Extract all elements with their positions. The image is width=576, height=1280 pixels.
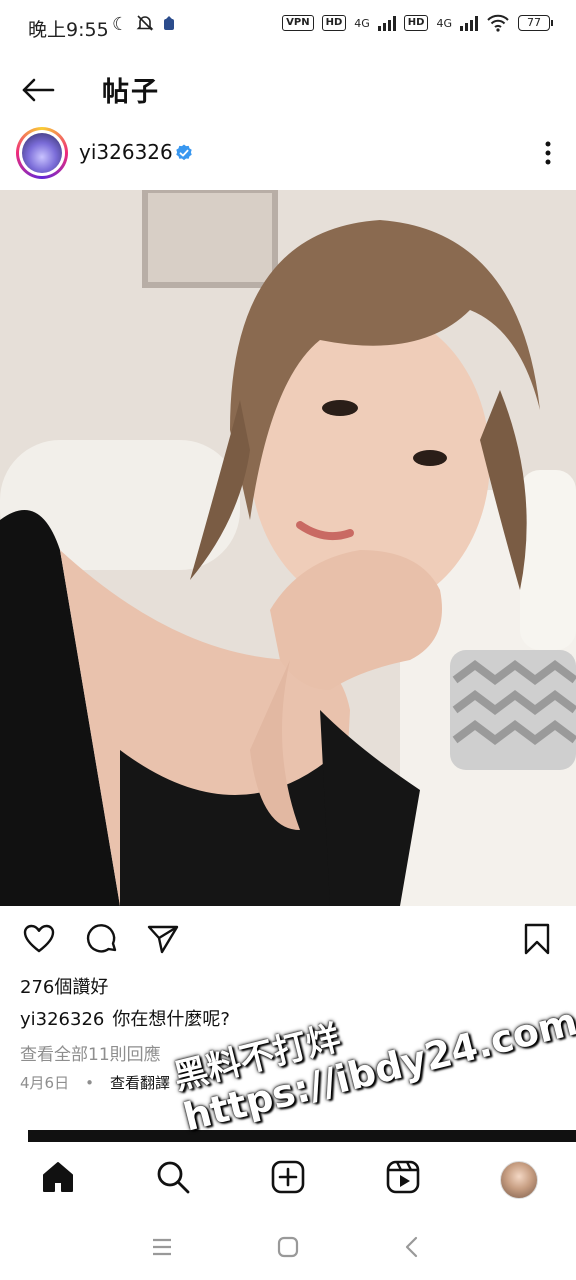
- meta-separator: •: [85, 1074, 94, 1092]
- status-time: 晚上9:55: [28, 19, 109, 41]
- send-icon[interactable]: [146, 922, 180, 956]
- network-label-2: 4G: [436, 16, 452, 30]
- post-date: 4月6日: [20, 1074, 70, 1092]
- post-photo[interactable]: [0, 190, 576, 906]
- signal-icon-2: [460, 15, 478, 31]
- app-notification-icon: [164, 16, 175, 30]
- battery-icon: 77: [518, 15, 553, 31]
- bottom-nav: [0, 1143, 576, 1215]
- pillow: [450, 650, 576, 770]
- reels-icon[interactable]: [385, 1159, 421, 1195]
- status-bar: 晚上9:55 ☾ VPN HD 4G HD 4G 77: [0, 0, 576, 54]
- network-label: 4G: [354, 16, 370, 30]
- moon-icon: ☾: [112, 14, 129, 35]
- system-nav: [0, 1215, 576, 1280]
- caption-text: 你在想什麼呢?: [112, 1009, 230, 1030]
- back-arrow-icon[interactable]: [20, 72, 56, 108]
- post-meta: 4月6日 • 查看翻譯: [20, 1072, 170, 1093]
- bookmark-icon[interactable]: [520, 922, 554, 956]
- status-icons-right: VPN HD 4G HD 4G 77: [282, 14, 553, 32]
- post-header: yi326326: [0, 124, 576, 184]
- bell-off-icon: [136, 15, 154, 31]
- heart-icon[interactable]: [22, 922, 56, 956]
- top-bar: 帖子: [0, 58, 576, 120]
- signal-icon: [377, 15, 396, 31]
- plus-square-icon[interactable]: [270, 1159, 306, 1195]
- likes-count[interactable]: 276個讚好: [20, 973, 108, 999]
- menu-icon[interactable]: [148, 1233, 176, 1261]
- watermark: 黑料不打烊 https://ibdy24.com: [170, 962, 576, 1140]
- caption-username[interactable]: yi326326: [20, 1009, 104, 1030]
- chevron-left-icon[interactable]: [398, 1233, 426, 1261]
- hd-badge-2: HD: [403, 15, 429, 31]
- comment-icon[interactable]: [85, 922, 119, 956]
- page-title: 帖子: [102, 77, 160, 108]
- profile-avatar[interactable]: [500, 1161, 538, 1199]
- photo-illustration: [0, 190, 576, 906]
- caption: yi326326 你在想什麼呢?: [20, 1005, 230, 1031]
- status-icons-left: ☾: [112, 14, 176, 35]
- avatar-image: [22, 133, 62, 173]
- next-post-edge: [28, 1130, 576, 1142]
- verified-badge-icon: [176, 144, 192, 161]
- vpn-badge: VPN: [282, 15, 314, 31]
- post-actions: [0, 916, 576, 962]
- hd-badge: HD: [321, 15, 347, 31]
- author-username[interactable]: yi326326: [79, 140, 173, 164]
- square-icon[interactable]: [274, 1233, 302, 1261]
- more-vertical-icon[interactable]: [540, 138, 556, 168]
- wifi-icon: [487, 14, 509, 32]
- see-translation-link[interactable]: 查看翻譯: [110, 1074, 170, 1092]
- avatar-ring-inner: [19, 130, 65, 176]
- home-icon[interactable]: [40, 1159, 76, 1195]
- search-icon[interactable]: [155, 1159, 191, 1195]
- author-avatar[interactable]: [16, 127, 68, 179]
- view-all-comments-link[interactable]: 查看全部11則回應: [20, 1040, 161, 1065]
